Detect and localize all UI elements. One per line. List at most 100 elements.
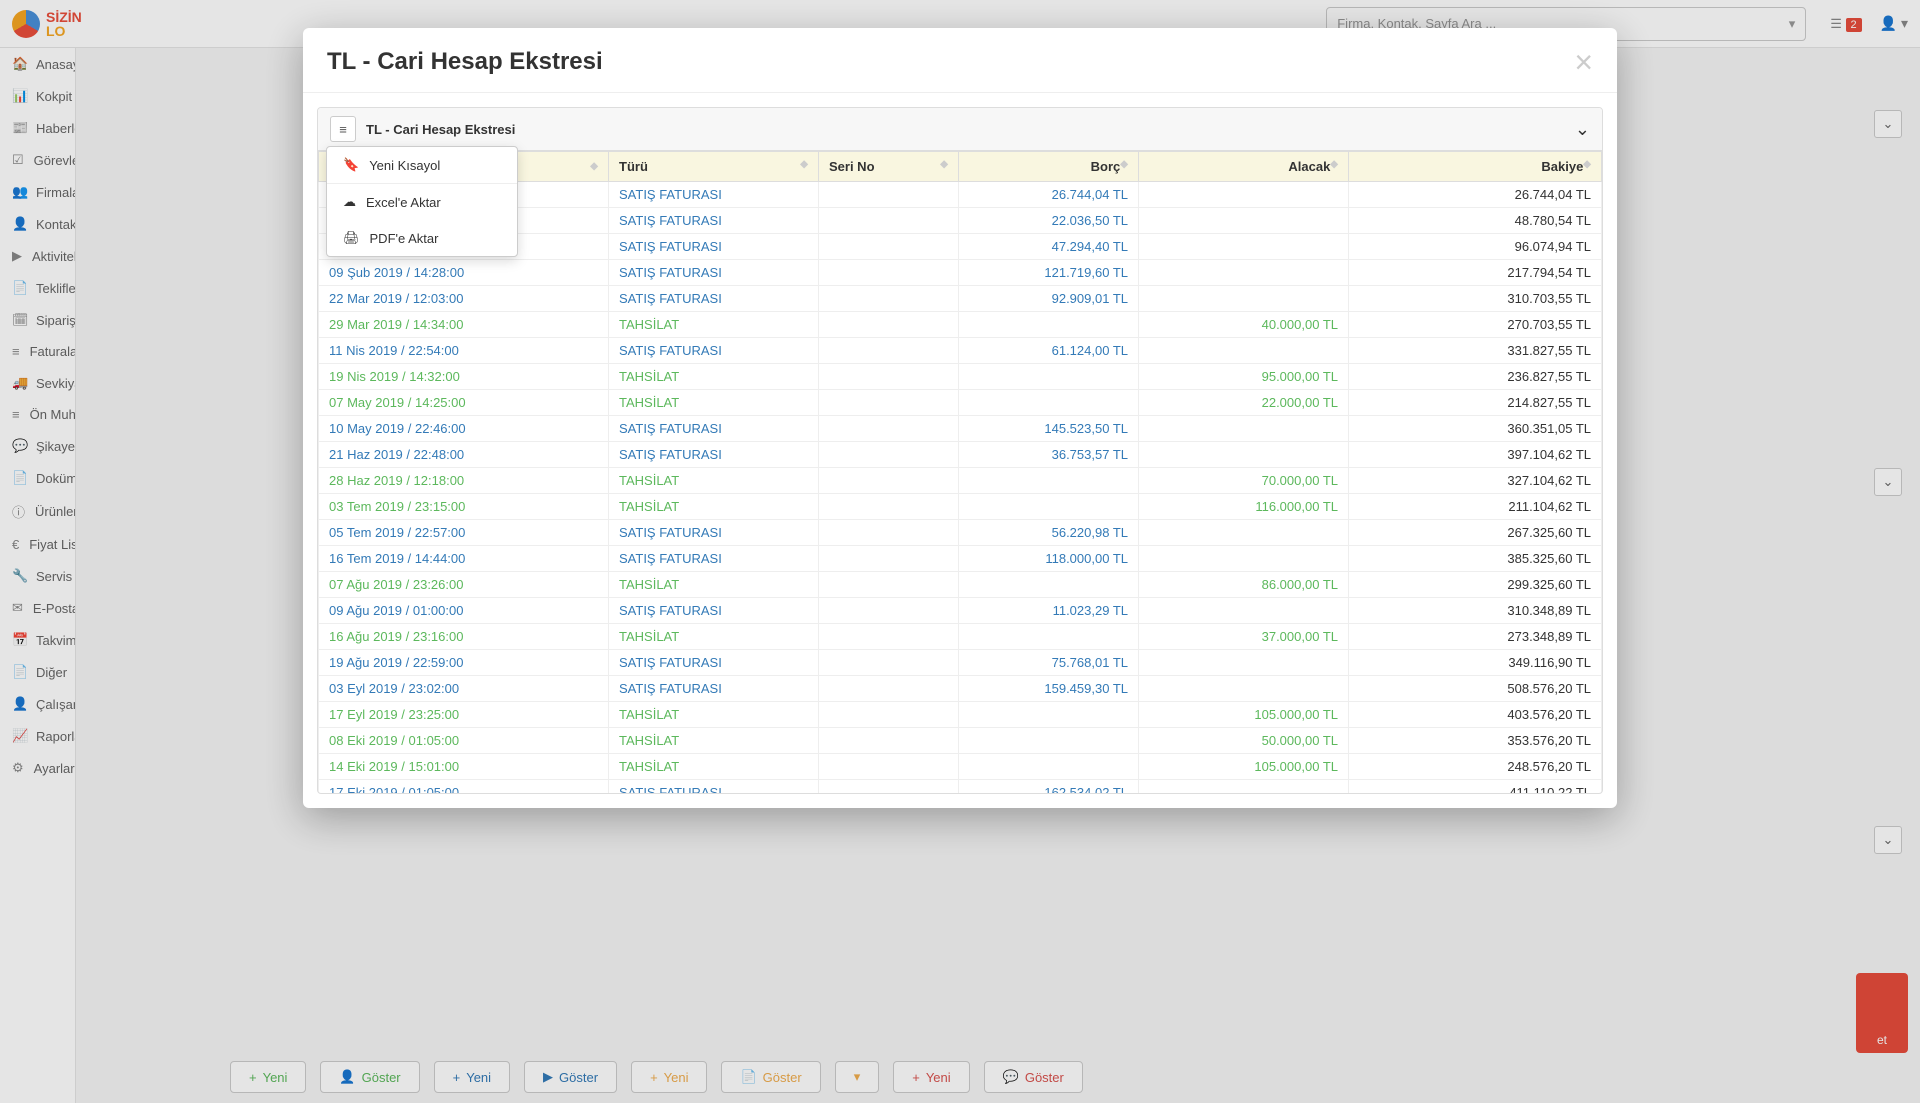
type-link[interactable]: SATIŞ FATURASI (619, 785, 722, 793)
date-link[interactable]: 07 Ağu 2019 / 23:26:00 (329, 577, 463, 592)
date-link[interactable]: 19 Ağu 2019 / 22:59:00 (329, 655, 463, 670)
table-row: 09 Şub 2019 / 14:28:00 SATIŞ FATURASI 12… (319, 260, 1602, 286)
borc-cell: 11.023,29 TL (959, 598, 1139, 624)
date-link[interactable]: 17 Eki 2019 / 01:05:00 (329, 785, 459, 793)
seri-cell (819, 728, 959, 754)
export-excel-item[interactable]: ☁ Excel'e Aktar (327, 184, 517, 220)
alacak-cell: 86.000,00 TL (1139, 572, 1349, 598)
date-link[interactable]: 22 Mar 2019 / 12:03:00 (329, 291, 463, 306)
date-link[interactable]: 29 Mar 2019 / 14:34:00 (329, 317, 463, 332)
type-link[interactable]: TAHSİLAT (619, 707, 679, 722)
date-link[interactable]: 14 Eki 2019 / 15:01:00 (329, 759, 459, 774)
alacak-cell (1139, 650, 1349, 676)
dropdown-label: Yeni Kısayol (369, 158, 440, 173)
account-statement-modal: TL - Cari Hesap Ekstresi × ≡ TL - Cari H… (303, 28, 1617, 808)
date-link[interactable]: 09 Şub 2019 / 14:28:00 (329, 265, 464, 280)
seri-cell (819, 338, 959, 364)
new-shortcut-item[interactable]: 🔖 Yeni Kısayol (327, 147, 517, 183)
type-link[interactable]: TAHSİLAT (619, 499, 679, 514)
bakiye-cell: 267.325,60 TL (1349, 520, 1602, 546)
type-link[interactable]: SATIŞ FATURASI (619, 551, 722, 566)
type-link[interactable]: SATIŞ FATURASI (619, 603, 722, 618)
col-seri[interactable]: Seri No◆ (819, 152, 959, 182)
print-icon: 🖨 (343, 230, 360, 246)
date-link[interactable]: 03 Tem 2019 / 23:15:00 (329, 499, 465, 514)
type-link[interactable]: TAHSİLAT (619, 733, 679, 748)
bakiye-cell: 508.576,20 TL (1349, 676, 1602, 702)
type-link[interactable]: SATIŞ FATURASI (619, 239, 722, 254)
date-link[interactable]: 21 Haz 2019 / 22:48:00 (329, 447, 464, 462)
bakiye-cell: 248.576,20 TL (1349, 754, 1602, 780)
modal-header: TL - Cari Hesap Ekstresi × (303, 28, 1617, 93)
date-link[interactable]: 10 May 2019 / 22:46:00 (329, 421, 466, 436)
close-icon[interactable]: × (1574, 46, 1593, 78)
bakiye-cell: 26.744,04 TL (1349, 182, 1602, 208)
type-link[interactable]: SATIŞ FATURASI (619, 421, 722, 436)
date-link[interactable]: 11 Nis 2019 / 22:54:00 (329, 343, 459, 358)
seri-cell (819, 286, 959, 312)
bakiye-cell: 360.351,05 TL (1349, 416, 1602, 442)
type-link[interactable]: TAHSİLAT (619, 759, 679, 774)
borc-cell (959, 754, 1139, 780)
seri-cell (819, 520, 959, 546)
type-link[interactable]: SATIŞ FATURASI (619, 447, 722, 462)
bakiye-cell: 353.576,20 TL (1349, 728, 1602, 754)
panel-header: ≡ TL - Cari Hesap Ekstresi ⌄ 🔖 Yeni Kısa… (318, 108, 1602, 151)
type-link[interactable]: TAHSİLAT (619, 369, 679, 384)
alacak-cell (1139, 182, 1349, 208)
panel-menu-button[interactable]: ≡ (330, 116, 356, 142)
type-link[interactable]: TAHSİLAT (619, 317, 679, 332)
modal-backdrop[interactable]: TL - Cari Hesap Ekstresi × ≡ TL - Cari H… (0, 0, 1920, 1103)
borc-cell (959, 468, 1139, 494)
borc-cell: 121.719,60 TL (959, 260, 1139, 286)
type-link[interactable]: TAHSİLAT (619, 473, 679, 488)
type-link[interactable]: TAHSİLAT (619, 577, 679, 592)
bakiye-cell: 385.325,60 TL (1349, 546, 1602, 572)
dropdown-label: PDF'e Aktar (370, 231, 439, 246)
type-link[interactable]: SATIŞ FATURASI (619, 291, 722, 306)
type-link[interactable]: SATIŞ FATURASI (619, 265, 722, 280)
seri-cell (819, 702, 959, 728)
borc-cell (959, 364, 1139, 390)
chevron-down-icon[interactable]: ⌄ (1575, 119, 1590, 140)
bakiye-cell: 310.348,89 TL (1349, 598, 1602, 624)
date-link[interactable]: 28 Haz 2019 / 12:18:00 (329, 473, 464, 488)
col-turu[interactable]: Türü◆ (609, 152, 819, 182)
table-row: 29 Mar 2019 / 14:34:00 TAHSİLAT 40.000,0… (319, 312, 1602, 338)
date-link[interactable]: 19 Nis 2019 / 14:32:00 (329, 369, 460, 384)
borc-cell: 22.036,50 TL (959, 208, 1139, 234)
modal-title: TL - Cari Hesap Ekstresi (327, 48, 603, 76)
col-bakiye[interactable]: Bakiye◆ (1349, 152, 1602, 182)
table-row: 07 May 2019 / 14:25:00 TAHSİLAT 22.000,0… (319, 390, 1602, 416)
date-link[interactable]: 07 May 2019 / 14:25:00 (329, 395, 466, 410)
seri-cell (819, 468, 959, 494)
type-link[interactable]: SATIŞ FATURASI (619, 681, 722, 696)
alacak-cell: 116.000,00 TL (1139, 494, 1349, 520)
col-alacak[interactable]: Alacak◆ (1139, 152, 1349, 182)
date-link[interactable]: 16 Tem 2019 / 14:44:00 (329, 551, 465, 566)
col-borc[interactable]: Borç◆ (959, 152, 1139, 182)
alacak-cell (1139, 234, 1349, 260)
export-pdf-item[interactable]: 🖨 PDF'e Aktar (327, 220, 517, 256)
type-link[interactable]: SATIŞ FATURASI (619, 525, 722, 540)
borc-cell (959, 572, 1139, 598)
borc-cell: 36.753,57 TL (959, 442, 1139, 468)
date-link[interactable]: 17 Eyl 2019 / 23:25:00 (329, 707, 459, 722)
date-link[interactable]: 16 Ağu 2019 / 23:16:00 (329, 629, 463, 644)
type-link[interactable]: SATIŞ FATURASI (619, 655, 722, 670)
date-link[interactable]: 03 Eyl 2019 / 23:02:00 (329, 681, 459, 696)
date-link[interactable]: 05 Tem 2019 / 22:57:00 (329, 525, 465, 540)
seri-cell (819, 598, 959, 624)
type-link[interactable]: TAHSİLAT (619, 629, 679, 644)
type-link[interactable]: SATIŞ FATURASI (619, 187, 722, 202)
seri-cell (819, 442, 959, 468)
alacak-cell (1139, 598, 1349, 624)
alacak-cell: 105.000,00 TL (1139, 702, 1349, 728)
date-link[interactable]: 09 Ağu 2019 / 01:00:00 (329, 603, 463, 618)
date-link[interactable]: 08 Eki 2019 / 01:05:00 (329, 733, 459, 748)
type-link[interactable]: SATIŞ FATURASI (619, 343, 722, 358)
borc-cell: 75.768,01 TL (959, 650, 1139, 676)
table-row: 14 Eki 2019 / 15:01:00 TAHSİLAT 105.000,… (319, 754, 1602, 780)
type-link[interactable]: SATIŞ FATURASI (619, 213, 722, 228)
type-link[interactable]: TAHSİLAT (619, 395, 679, 410)
